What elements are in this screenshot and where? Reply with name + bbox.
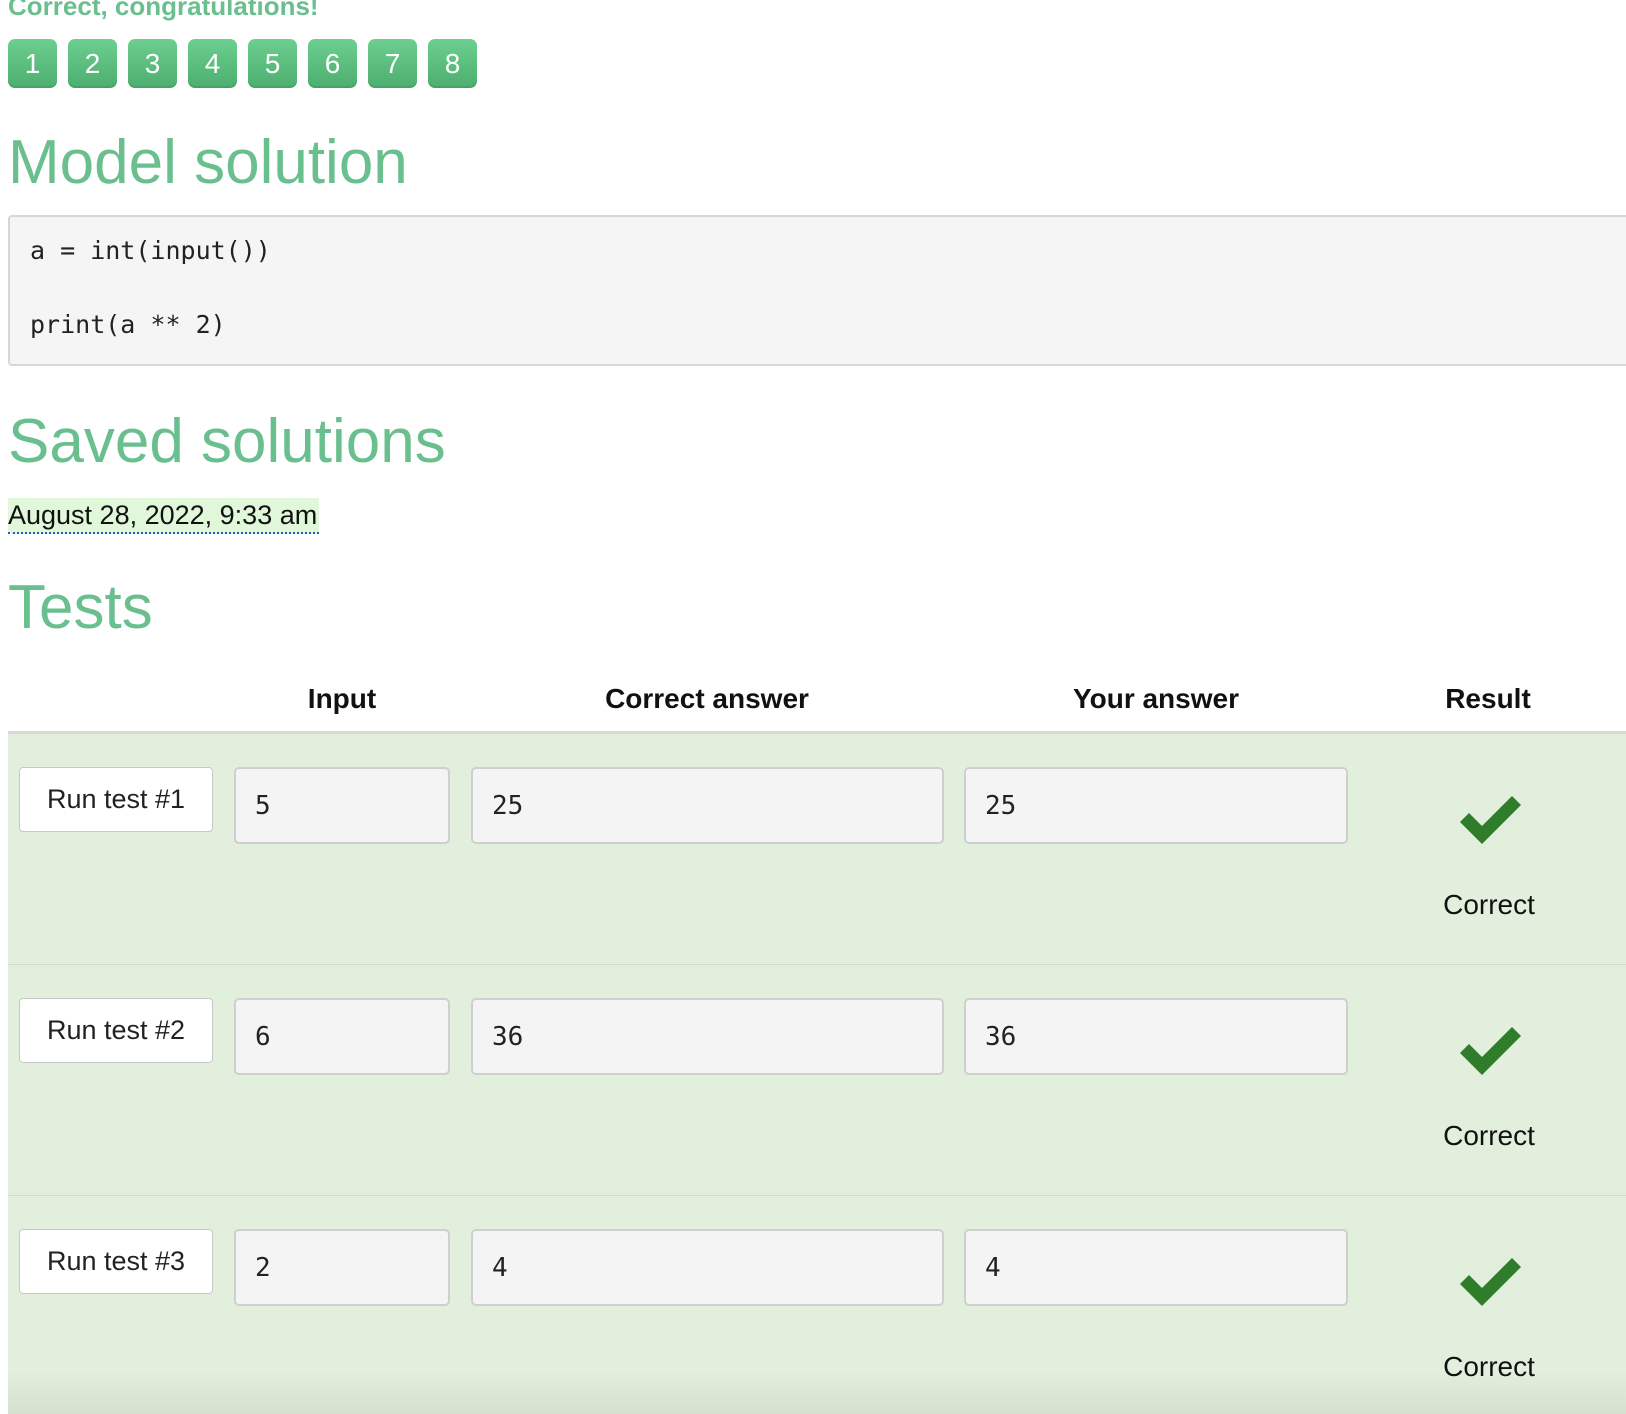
checkmark-icon — [1460, 796, 1521, 844]
step-button-1[interactable]: 1 — [8, 39, 57, 88]
result-status: Correct — [1443, 1351, 1535, 1382]
run-test-button-1[interactable]: Run test #1 — [19, 767, 213, 832]
step-button-5[interactable]: 5 — [248, 39, 297, 88]
step-button-8[interactable]: 8 — [428, 39, 477, 88]
model-solution-heading: Model solution — [8, 128, 408, 197]
test-input-field[interactable]: 5 — [234, 767, 450, 844]
step-navigation: 1 2 3 4 5 6 7 8 — [8, 39, 488, 88]
step-button-3[interactable]: 3 — [128, 39, 177, 88]
tests-heading: Tests — [8, 573, 153, 642]
step-button-6[interactable]: 6 — [308, 39, 357, 88]
step-button-4[interactable]: 4 — [188, 39, 237, 88]
run-test-button-2[interactable]: Run test #2 — [19, 998, 213, 1063]
table-row: Run test #3 2 4 4 Correct — [8, 1196, 1626, 1414]
test-input-field[interactable]: 2 — [234, 1229, 450, 1306]
column-header-result: Result — [1445, 683, 1531, 714]
column-header-input: Input — [307, 683, 377, 714]
checkmark-icon — [1460, 1027, 1521, 1075]
saved-solutions-heading: Saved solutions — [8, 407, 446, 476]
your-answer-field[interactable]: 36 — [964, 998, 1348, 1075]
your-answer-field[interactable]: 4 — [964, 1229, 1348, 1306]
table-row: Run test #2 6 36 36 Correct — [8, 965, 1626, 1196]
checkmark-icon — [1460, 1258, 1521, 1306]
saved-solution-link[interactable]: August 28, 2022, 9:33 am — [8, 498, 320, 534]
correct-answer-field[interactable]: 4 — [471, 1229, 944, 1306]
model-solution-code: a = int(input()) print(a ** 2) — [8, 215, 1626, 366]
status-message: Correct, congratulations! — [8, 0, 319, 21]
code-line-1: a = int(input()) — [30, 236, 271, 265]
step-button-7[interactable]: 7 — [368, 39, 417, 88]
code-line-2: print(a ** 2) — [30, 310, 226, 339]
page: Correct, congratulations! 1 2 3 4 5 6 7 … — [0, 0, 1626, 1414]
test-input-field[interactable]: 6 — [234, 998, 450, 1075]
run-test-button-3[interactable]: Run test #3 — [19, 1229, 213, 1294]
correct-answer-field[interactable]: 25 — [471, 767, 944, 844]
result-status: Correct — [1443, 889, 1535, 920]
step-button-2[interactable]: 2 — [68, 39, 117, 88]
your-answer-field[interactable]: 25 — [964, 767, 1348, 844]
correct-answer-field[interactable]: 36 — [471, 998, 944, 1075]
table-row: Run test #1 5 25 25 Correct — [8, 734, 1626, 965]
column-header-your-answer: Your answer — [1073, 683, 1239, 714]
result-status: Correct — [1443, 1120, 1535, 1151]
column-header-correct-answer: Correct answer — [605, 683, 809, 714]
